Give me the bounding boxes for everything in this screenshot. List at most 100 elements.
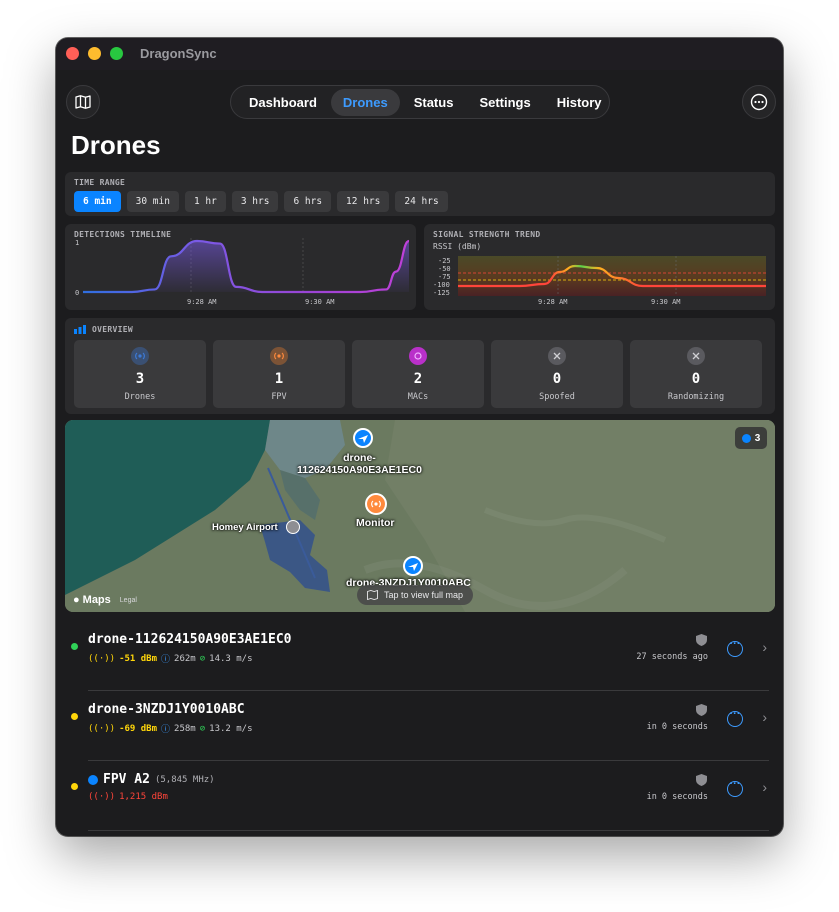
drone-pin-2[interactable]: [403, 556, 423, 576]
altitude-icon: ⓘ: [161, 725, 171, 735]
tab-dashboard[interactable]: Dashboard: [237, 89, 329, 116]
drone-row-1[interactable]: drone-112624150A90E3AE1EC0 ((·)) -51 dBm…: [56, 622, 783, 691]
drone-stats: ((·)) -51 dBm ⓘ 262m ⊘ 14.3 m/s: [88, 652, 253, 666]
drones-count: 3: [135, 371, 145, 387]
broadcast-icon: [270, 347, 288, 365]
fpv-count: 1: [274, 371, 284, 387]
overview-label: OVERVIEW: [92, 325, 133, 334]
y-tick-0: 0: [75, 289, 80, 297]
map-view[interactable]: drone- 112624150A90E3AE1EC0 Monitor dron…: [65, 420, 775, 612]
status-dot: [71, 713, 78, 720]
warning-icon: [548, 347, 566, 365]
fpv-badge-icon: [88, 774, 98, 785]
status-dot: [71, 783, 78, 790]
title-bar: DragonSync: [56, 38, 783, 70]
range-30-min[interactable]: 30 min: [126, 191, 179, 212]
signal-strength-label: SIGNAL STRENGTH TREND: [433, 230, 541, 239]
airplane-icon: [408, 563, 418, 571]
fpv-title: FPV A2 (5,845 MHz): [88, 772, 215, 787]
pin-count-badge[interactable]: 3: [735, 427, 767, 449]
page-title: Drones: [71, 130, 161, 160]
fpv-frequency: (5,845 MHz): [154, 774, 215, 785]
time-range-selector: 6 min 30 min 1 hr 3 hrs 6 hrs 12 hrs 24 …: [74, 191, 448, 212]
speed-value: 14.3 m/s: [209, 653, 253, 664]
rssi-tick-25: -25: [438, 257, 451, 265]
signal-x-tick-930: 9:30 AM: [651, 298, 681, 306]
app-title: DragonSync: [140, 46, 217, 61]
rssi-value: -51 dBm: [119, 653, 158, 664]
tab-status[interactable]: Status: [402, 89, 466, 116]
wifi-icon: [409, 347, 427, 365]
zoom-window-button[interactable]: [110, 47, 123, 60]
overview-card-randomizing[interactable]: 0 Randomizing: [630, 340, 762, 408]
tab-history[interactable]: History: [545, 89, 614, 116]
signal-icon: ((·)): [88, 792, 116, 802]
tab-settings[interactable]: Settings: [467, 89, 542, 116]
x-tick-928: 9:28 AM: [187, 298, 217, 306]
view-full-map-label: Tap to view full map: [384, 590, 464, 600]
rssi-value: 1,215 dBm: [119, 792, 168, 802]
macs-count-label: MACs: [407, 392, 429, 402]
drone-options-button[interactable]: [727, 708, 743, 727]
randomizing-count-label: Randomizing: [667, 392, 725, 402]
rssi-axis-label: RSSI (dBm): [433, 242, 482, 251]
apple-icon: ●: [73, 594, 80, 606]
drone-name: drone-3NZDJ1Y0010ABC: [88, 702, 245, 717]
drones-count-label: Drones: [124, 392, 156, 402]
chevron-right-icon: ›: [762, 709, 767, 725]
range-1-hr[interactable]: 1 hr: [184, 191, 226, 212]
chevron-right-icon: ›: [762, 639, 767, 655]
drone-dot-icon: [741, 433, 751, 443]
status-dot: [71, 643, 78, 650]
airplane-icon: [358, 435, 368, 443]
last-seen: 27 seconds ago: [636, 652, 708, 662]
detections-timeline-panel: DETECTIONS TIMELINE 1 0 9:28 AM 9:30 AM: [65, 224, 416, 310]
drone-pin-1-label: drone- 112624150A90E3AE1EC0: [297, 452, 422, 476]
more-options-button[interactable]: [742, 85, 776, 119]
chevron-right-icon: ›: [762, 779, 767, 795]
range-12-hrs[interactable]: 12 hrs: [337, 191, 390, 212]
spoofed-count: 0: [552, 371, 562, 387]
overview-card-drones[interactable]: 3 Drones: [74, 340, 206, 408]
speed-icon: ⊘: [199, 723, 206, 734]
overview-card-macs[interactable]: 2 MACs: [352, 340, 484, 408]
speed-value: 13.2 m/s: [209, 723, 253, 734]
tab-drones[interactable]: Drones: [330, 88, 400, 116]
last-seen: in 0 seconds: [646, 722, 708, 732]
altitude-value: 258m: [174, 723, 196, 734]
drone-options-button[interactable]: [727, 778, 743, 797]
y-tick-1: 1: [75, 239, 80, 247]
rssi-tick-125: -125: [433, 289, 450, 297]
overview-card-fpv[interactable]: 1 FPV: [213, 340, 345, 408]
x-tick-930: 9:30 AM: [305, 298, 335, 306]
antenna-icon: [131, 347, 149, 365]
detections-line: [83, 239, 409, 294]
row-divider: [88, 690, 769, 691]
rssi-value: -69 dBm: [119, 723, 158, 734]
range-6-hrs[interactable]: 6 hrs: [284, 191, 332, 212]
main-nav: Dashboard Drones Status Settings History: [230, 85, 610, 119]
drone-pin-1[interactable]: [353, 428, 373, 448]
view-full-map-button[interactable]: Tap to view full map: [357, 585, 474, 605]
monitor-pin[interactable]: [365, 493, 387, 515]
range-6-min[interactable]: 6 min: [74, 191, 121, 212]
detections-area: [83, 241, 409, 292]
signal-x-tick-928: 9:28 AM: [538, 298, 568, 306]
overview-card-spoofed[interactable]: 0 Spoofed: [491, 340, 623, 408]
drone-row-2[interactable]: drone-3NZDJ1Y0010ABC ((·)) -69 dBm ⓘ 258…: [56, 692, 783, 761]
speed-icon: ⊘: [199, 653, 206, 664]
ellipsis-circle-icon: [750, 93, 768, 111]
map-toggle-button[interactable]: [66, 85, 100, 119]
altitude-value: 262m: [174, 653, 196, 664]
close-window-button[interactable]: [66, 47, 79, 60]
signal-strength-chart: [458, 256, 766, 296]
legal-link[interactable]: Legal: [120, 597, 137, 604]
range-3-hrs[interactable]: 3 hrs: [231, 191, 279, 212]
airport-icon: [286, 520, 300, 534]
range-24-hrs[interactable]: 24 hrs: [395, 191, 448, 212]
drone-row-fpv[interactable]: FPV A2 (5,845 MHz) ((·)) 1,215 dBm in 0 …: [56, 762, 783, 831]
minimize-window-button[interactable]: [88, 47, 101, 60]
macs-count: 2: [413, 371, 423, 387]
signal-icon: ((·)): [88, 653, 116, 664]
drone-options-button[interactable]: [727, 638, 743, 657]
